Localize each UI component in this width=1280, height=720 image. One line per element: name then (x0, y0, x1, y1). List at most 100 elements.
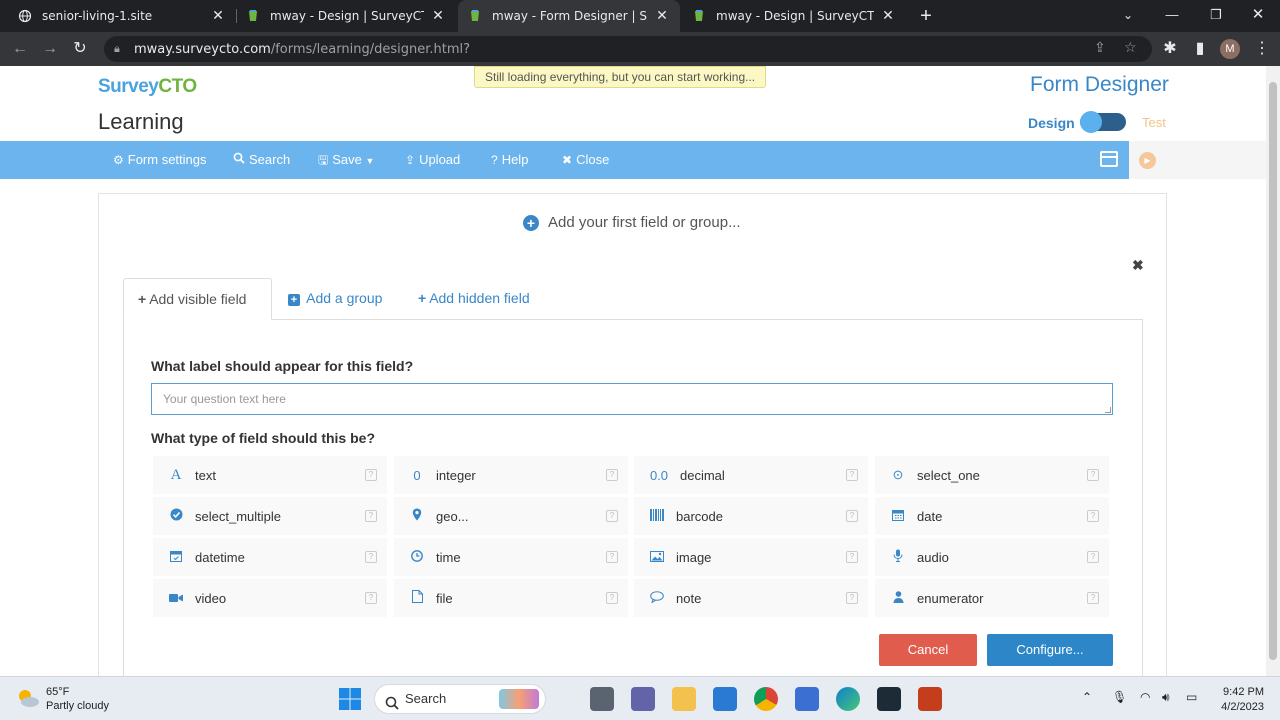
help-icon: ? (365, 510, 377, 522)
field-type-barcode[interactable]: barcode? (634, 497, 868, 535)
lock-icon: 🔒︎ (114, 42, 120, 55)
side-panel-icon[interactable]: ▮ (1188, 37, 1212, 61)
browser-tab-strip: senior-living-1.site ✕ mway - Design | S… (0, 0, 1280, 32)
browser-toolbar: ← → ↻ 🔒︎ mway.surveycto.com/forms/learni… (0, 32, 1280, 66)
windows-start-icon[interactable] (338, 687, 362, 711)
tab-title: mway - Design | SurveyCTO (270, 9, 424, 23)
close-tab-icon[interactable]: ✕ (430, 8, 446, 24)
close-tab-icon[interactable]: ✕ (210, 8, 226, 24)
browser-tab[interactable]: mway - Design | SurveyCTO ✕ (236, 0, 456, 32)
taskbar-search[interactable]: Search (374, 684, 546, 714)
window-close-icon[interactable]: ✕ (1236, 0, 1280, 32)
configure-button[interactable]: Configure... (987, 634, 1113, 666)
field-type-decimal[interactable]: 0.0 decimal? (634, 456, 868, 494)
plus-icon: + (138, 291, 147, 307)
browser-tab[interactable]: mway - Design | SurveyCTO ✕ (682, 0, 906, 32)
new-tab-button[interactable]: + (914, 4, 938, 28)
reload-icon[interactable]: ↻ (68, 37, 92, 61)
field-type-audio[interactable]: audio? (875, 538, 1109, 576)
loading-notice: Still loading everything, but you can st… (474, 66, 767, 88)
temperature: 65°F (46, 686, 70, 698)
bookmark-star-icon[interactable]: ☆ (1124, 40, 1137, 56)
layout-panel-icon[interactable] (1100, 151, 1118, 167)
browser-tab[interactable]: senior-living-1.site ✕ (8, 0, 236, 32)
wifi-icon[interactable]: ◠ (1140, 690, 1150, 704)
back-arrow-icon[interactable]: ← (8, 37, 32, 61)
save-button[interactable]: 🖫︎ Save ▼ (318, 141, 374, 179)
tab-add-visible-field[interactable]: + Add visible field (123, 278, 272, 320)
battery-icon[interactable]: ▭ (1186, 690, 1197, 704)
forward-arrow-icon[interactable]: → (38, 37, 62, 61)
test-mode-label[interactable]: Test (1142, 115, 1166, 130)
barcode-icon (646, 508, 668, 524)
tab-search-chevron-icon[interactable]: ⌄ (1106, 0, 1150, 32)
field-type-select-one[interactable]: ⊙ select_one? (875, 456, 1109, 494)
help-button[interactable]: ? Help (491, 141, 528, 179)
close-tab-icon[interactable]: ✕ (880, 8, 896, 24)
play-icon[interactable]: ▶ (1139, 152, 1156, 169)
help-icon: ? (365, 592, 377, 604)
field-type-geo[interactable]: geo...? (394, 497, 628, 535)
page-content: SurveyCTO Learning Still loading everyth… (0, 66, 1266, 676)
tab-add-hidden-field[interactable]: + Add hidden field (404, 278, 544, 320)
field-type-file[interactable]: file? (394, 579, 628, 617)
page-scrollbar[interactable] (1266, 66, 1280, 676)
type-question: What type of field should this be? (151, 430, 375, 446)
form-name: Learning (98, 109, 184, 134)
extensions-puzzle-icon[interactable]: ✱ (1158, 37, 1182, 61)
design-mode-label[interactable]: Design (1028, 115, 1075, 131)
text-icon: A (170, 466, 182, 483)
close-button[interactable]: ✖ Close (562, 141, 609, 179)
chrome-icon[interactable] (754, 687, 778, 711)
tab-add-group[interactable]: + Add a group (274, 278, 396, 320)
search-button[interactable]: Search (233, 141, 290, 179)
floppy-disk-icon: 🖫︎ (318, 153, 329, 167)
surveycto-logo[interactable]: SurveyCTO (98, 76, 197, 98)
image-icon (646, 550, 668, 565)
label-question: What label should appear for this field? (151, 358, 414, 374)
task-view-icon[interactable] (590, 687, 614, 711)
field-type-image[interactable]: image? (634, 538, 868, 576)
field-type-integer[interactable]: 0 integer? (394, 456, 628, 494)
design-test-toggle[interactable] (1080, 111, 1126, 133)
field-type-text[interactable]: Atext? (153, 456, 387, 494)
add-field-card: + Add your first field or group... ✖ + Add… (98, 193, 1167, 676)
minimize-icon[interactable]: — (1150, 0, 1194, 32)
teams-icon[interactable] (631, 687, 655, 711)
help-icon: ? (1087, 592, 1099, 604)
terminal-app-icon[interactable] (877, 687, 901, 711)
question-placeholder: Your question text here (163, 392, 286, 406)
powerpoint-icon[interactable] (918, 687, 942, 711)
file-explorer-icon[interactable] (672, 687, 696, 711)
field-type-datetime[interactable]: datetime? (153, 538, 387, 576)
add-first-field-link[interactable]: + Add your first field or group... (523, 214, 741, 231)
profile-avatar[interactable]: M (1220, 39, 1240, 59)
share-icon[interactable]: ⇪ (1094, 40, 1106, 56)
help-icon: ? (846, 469, 858, 481)
field-type-video[interactable]: video? (153, 579, 387, 617)
field-type-select-multiple[interactable]: select_multiple? (153, 497, 387, 535)
store-icon[interactable] (795, 687, 819, 711)
close-tab-icon[interactable]: ✕ (654, 8, 670, 24)
field-type-enumerator[interactable]: enumerator? (875, 579, 1109, 617)
question-text-input[interactable]: Your question text here (151, 383, 1113, 415)
field-type-note[interactable]: note? (634, 579, 868, 617)
tray-chevron-icon[interactable]: ⌃ (1082, 690, 1092, 704)
system-clock[interactable]: 9:42 PM 4/2/2023 (1208, 685, 1264, 715)
mail-icon[interactable] (713, 687, 737, 711)
volume-icon[interactable]: 🔊︎ (1162, 690, 1170, 705)
edge-icon[interactable] (836, 687, 860, 711)
browser-tab-active[interactable]: mway - Form Designer | SurveyC ✕ (458, 0, 680, 32)
restore-icon[interactable]: ❐ (1194, 0, 1238, 32)
form-settings-button[interactable]: ⚙ Form settings (113, 141, 207, 179)
browser-menu-icon[interactable]: ⋮ (1250, 37, 1274, 61)
field-type-time[interactable]: time? (394, 538, 628, 576)
address-bar[interactable]: 🔒︎ mway.surveycto.com/forms/learning/des… (104, 36, 1152, 62)
field-type-date[interactable]: date? (875, 497, 1109, 535)
cancel-button[interactable]: Cancel (879, 634, 977, 666)
close-panel-icon[interactable]: ✖ (1132, 257, 1144, 274)
help-icon: ? (606, 551, 618, 563)
url-host: mway.surveycto.com (134, 41, 271, 57)
upload-button[interactable]: ⇪ Upload (405, 141, 460, 179)
microphone-icon[interactable]: 🎙︎ (1112, 690, 1127, 704)
